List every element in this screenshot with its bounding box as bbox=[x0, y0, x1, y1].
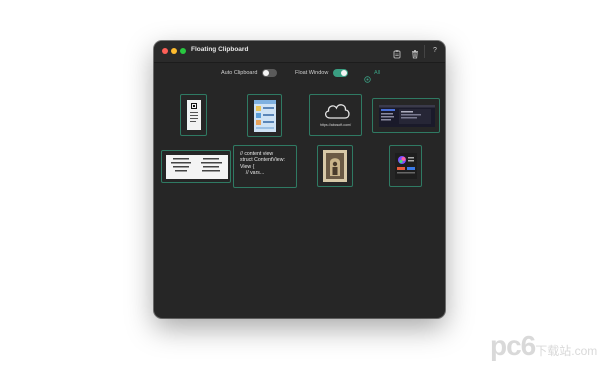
float-window-toggle[interactable] bbox=[333, 69, 348, 77]
filter-icon[interactable] bbox=[364, 70, 371, 83]
clip-item-app-screenshot[interactable] bbox=[247, 94, 282, 137]
code-snippet-text: // content view struct ContentView: View… bbox=[240, 151, 285, 176]
dark-window-image bbox=[379, 105, 435, 127]
link-url: https://abcsoft.com/ bbox=[319, 123, 352, 127]
toggle-knob bbox=[341, 70, 347, 76]
clip-item-code-text[interactable]: // content view struct ContentView: View… bbox=[233, 145, 297, 188]
all-filter-label[interactable]: All bbox=[374, 70, 380, 76]
float-window-label: Float Window bbox=[295, 70, 329, 76]
close-button[interactable] bbox=[162, 48, 168, 54]
toolbar-divider bbox=[424, 45, 425, 58]
title-bar[interactable]: Floating Clipboard ? bbox=[154, 41, 445, 63]
trash-icon[interactable] bbox=[410, 46, 420, 59]
ip-table-image bbox=[166, 155, 228, 179]
watermark-domain: .com bbox=[571, 344, 598, 358]
clip-item-dark-window[interactable] bbox=[372, 98, 440, 133]
watermark-sub: 下载站 bbox=[535, 344, 572, 358]
auto-clipboard-label: Auto Clipboard bbox=[221, 70, 258, 76]
cloud-icon bbox=[325, 104, 350, 119]
pc6-watermark: pc6下载站.com bbox=[490, 330, 597, 362]
qr-label-image bbox=[187, 100, 201, 130]
clipboard-icon[interactable] bbox=[392, 46, 402, 59]
auto-clipboard-toggle[interactable] bbox=[262, 69, 277, 77]
app-screenshot-image bbox=[254, 100, 276, 132]
clip-item-vintage-photo[interactable] bbox=[317, 145, 353, 187]
controls-bar: Auto Clipboard Float Window All bbox=[154, 62, 445, 88]
window-title: Floating Clipboard bbox=[191, 46, 249, 53]
clip-item-qr-label[interactable] bbox=[180, 94, 207, 136]
help-button[interactable]: ? bbox=[430, 46, 440, 56]
color-picker-image bbox=[395, 153, 417, 179]
toggle-knob bbox=[263, 70, 269, 76]
floating-clipboard-window: Floating Clipboard ? Auto Clipboard Floa bbox=[154, 41, 445, 318]
clip-item-ip-table[interactable] bbox=[161, 150, 231, 183]
minimize-button[interactable] bbox=[171, 48, 177, 54]
vintage-photo-image bbox=[323, 150, 347, 182]
clip-item-link[interactable]: https://abcsoft.com/ bbox=[309, 94, 362, 136]
watermark-main: pc6 bbox=[490, 330, 536, 361]
clip-item-color-picker[interactable] bbox=[389, 145, 422, 187]
zoom-button[interactable] bbox=[180, 48, 186, 54]
